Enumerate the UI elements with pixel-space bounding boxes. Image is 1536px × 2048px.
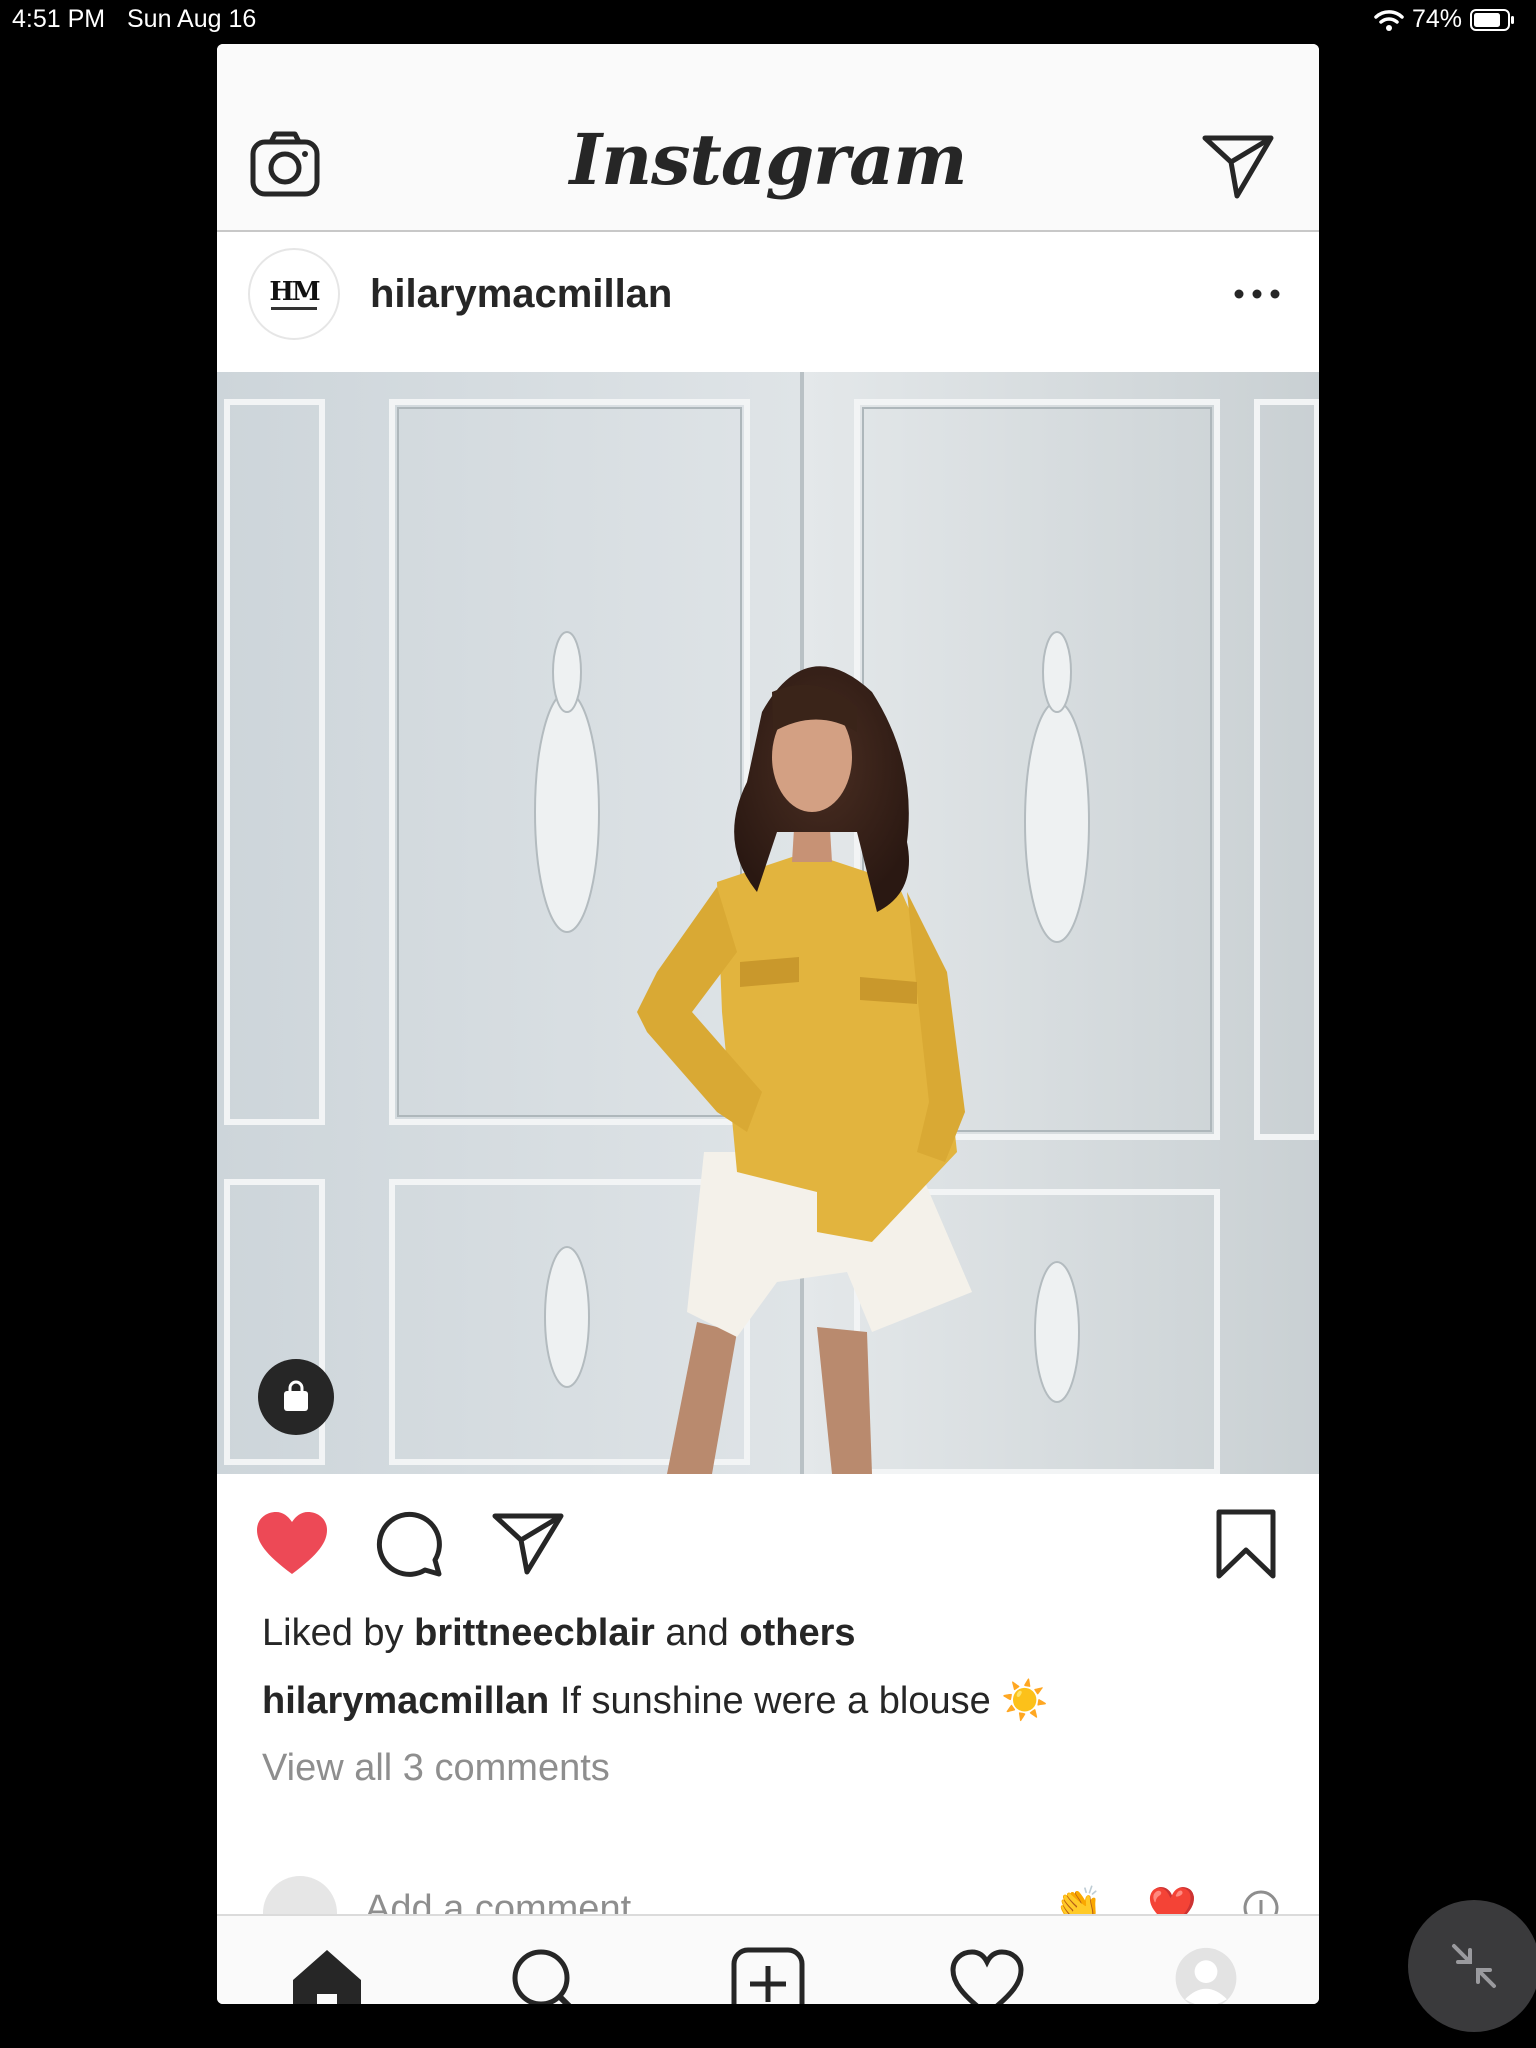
add-comment-row[interactable]: Add a comment... 👏 ❤️ bbox=[217, 1864, 1319, 1914]
caption-username[interactable]: hilarymacmillan bbox=[262, 1680, 549, 1722]
app-header: Instagram bbox=[217, 44, 1319, 232]
post-actions bbox=[217, 1474, 1319, 1584]
battery-percent: 74% bbox=[1411, 5, 1462, 33]
avatar-logo-text: HM bbox=[269, 276, 320, 307]
post-image[interactable] bbox=[217, 372, 1319, 1474]
app-logo: Instagram bbox=[569, 118, 968, 201]
heart-outline-icon bbox=[950, 1949, 1024, 2004]
direct-messages-button[interactable] bbox=[1201, 132, 1275, 200]
wifi-icon bbox=[1374, 9, 1404, 31]
likes-prefix: Liked by bbox=[262, 1612, 404, 1654]
add-more-icon[interactable] bbox=[1241, 1888, 1281, 1914]
app-window: Instagram HM hilarymacmillan Liked by br… bbox=[217, 44, 1319, 2004]
avatar[interactable]: HM bbox=[248, 248, 340, 340]
comment-button[interactable] bbox=[375, 1510, 443, 1578]
shopping-bag-icon bbox=[284, 1380, 308, 1411]
status-bar: 4:51 PM Sun Aug 16 74% bbox=[0, 0, 1536, 38]
view-comments-link[interactable]: View all 3 comments bbox=[262, 1747, 610, 1790]
status-indicators: 74% bbox=[1374, 5, 1514, 34]
minimize-button[interactable] bbox=[1408, 1900, 1536, 2032]
home-icon bbox=[293, 1950, 361, 2004]
paper-plane-icon bbox=[1202, 135, 1274, 199]
more-options-button[interactable] bbox=[1233, 286, 1281, 302]
caption-text: If sunshine were a blouse ☀️ bbox=[559, 1680, 1049, 1722]
post-photo bbox=[217, 372, 1319, 1474]
avatar-logo-rule bbox=[271, 306, 317, 310]
like-button[interactable] bbox=[255, 1510, 329, 1576]
activity-tab[interactable] bbox=[949, 1946, 1025, 2004]
search-icon bbox=[512, 1949, 572, 2004]
likes-others-link[interactable]: others bbox=[739, 1612, 855, 1654]
my-avatar bbox=[263, 1876, 337, 1914]
bottom-tab-bar bbox=[217, 1914, 1319, 2004]
profile-tab[interactable] bbox=[1168, 1946, 1244, 2004]
add-comment-input[interactable]: Add a comment... bbox=[365, 1888, 663, 1914]
share-button[interactable] bbox=[491, 1510, 565, 1576]
plus-square-icon bbox=[731, 1947, 805, 2004]
battery-icon bbox=[1470, 8, 1514, 31]
likes-joiner: and bbox=[665, 1612, 729, 1654]
post-caption: hilarymacmillan If sunshine were a blous… bbox=[262, 1679, 1049, 1723]
post-username[interactable]: hilarymacmillan bbox=[370, 272, 672, 317]
shop-button[interactable] bbox=[258, 1359, 334, 1435]
quick-reaction-clap[interactable]: 👏 bbox=[1053, 1884, 1103, 1914]
search-tab[interactable] bbox=[509, 1946, 585, 2004]
new-post-tab[interactable] bbox=[730, 1946, 806, 2004]
quick-reaction-heart[interactable]: ❤️ bbox=[1147, 1884, 1197, 1914]
home-tab[interactable] bbox=[289, 1946, 365, 2004]
save-button[interactable] bbox=[1213, 1508, 1279, 1580]
liked-by-user[interactable]: brittneecblair bbox=[414, 1612, 655, 1654]
minimize-arrows-icon bbox=[1452, 1944, 1496, 1988]
profile-avatar-icon bbox=[1175, 1947, 1237, 2004]
status-time: 4:51 PM bbox=[12, 5, 106, 33]
status-date: Sun Aug 16 bbox=[127, 5, 257, 33]
likes-summary: Liked by brittneecblair and others bbox=[262, 1612, 856, 1655]
